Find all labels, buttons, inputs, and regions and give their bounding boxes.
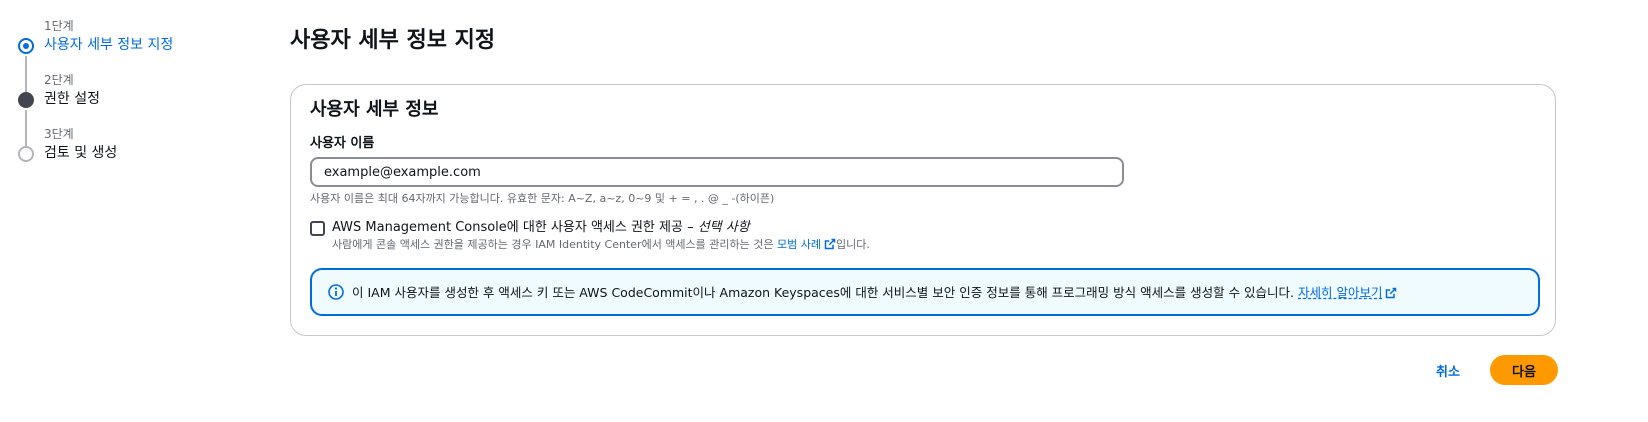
step-label: 권한 설정 [44,91,100,107]
console-access-description: 사람에게 콘솔 액세스 권한을 제공하는 경우 IAM Identity Cen… [332,238,870,251]
step-empty-indicator-icon [18,146,34,162]
console-access-label[interactable]: AWS Management Console에 대한 사용자 액세스 권한 제공… [332,219,750,237]
step-number: 1단계 [44,19,74,33]
info-alert: 이 IAM 사용자를 생성한 후 액세스 키 또는 AWS CodeCommit… [310,268,1540,316]
step-number: 3단계 [44,127,74,141]
step-label: 검토 및 생성 [44,145,118,161]
user-details-panel: 사용자 세부 정보 사용자 이름 사용자 이름은 최대 64자까지 가능합니다.… [290,84,1556,336]
learn-more-link[interactable]: 자세히 알아보기 [1298,285,1382,300]
step-label: 사용자 세부 정보 지정 [44,37,174,53]
wizard-step-2[interactable]: 2단계 권한 설정 [18,72,258,146]
step-filled-indicator-icon [18,92,34,108]
step-current-indicator-icon [18,38,34,54]
best-practice-link[interactable]: 모범 사례 [777,238,836,251]
cancel-button[interactable]: 취소 [1424,356,1472,384]
console-access-checkbox[interactable] [310,221,325,236]
external-link-icon [824,238,836,250]
info-alert-text: 이 IAM 사용자를 생성한 후 액세스 키 또는 AWS CodeCommit… [352,284,1397,302]
panel-title: 사용자 세부 정보 [310,99,439,120]
username-label: 사용자 이름 [310,136,375,151]
next-button[interactable]: 다음 [1490,355,1558,385]
username-hint: 사용자 이름은 최대 64자까지 가능합니다. 유효한 문자: A~Z, a~z… [310,192,775,205]
external-link-icon [1386,287,1397,299]
wizard-steps: 1단계 사용자 세부 정보 지정 2단계 권한 설정 3단계 검토 및 생성 [18,18,258,180]
page-title: 사용자 세부 정보 지정 [290,28,496,53]
optional-tag: 선택 사항 [697,220,750,235]
wizard-step-1[interactable]: 1단계 사용자 세부 정보 지정 [18,18,258,92]
info-icon [328,284,344,300]
step-number: 2단계 [44,73,74,87]
username-input[interactable] [310,157,1124,187]
wizard-step-3[interactable]: 3단계 검토 및 생성 [18,126,258,180]
